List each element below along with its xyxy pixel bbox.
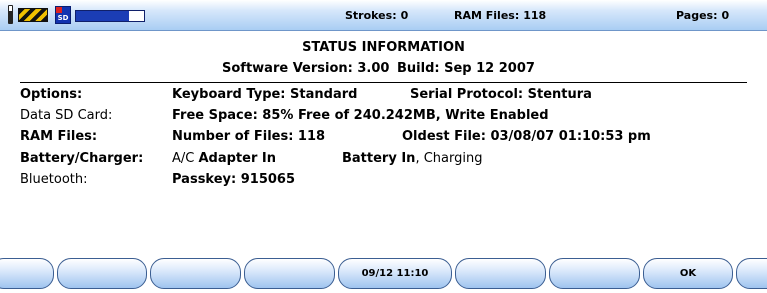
sd-free-space: Free Space: 85% Free of 240.242MB, Write… [172, 108, 549, 123]
ram-files-value: 118 [523, 9, 547, 22]
softkey-2[interactable] [57, 258, 147, 289]
divider [20, 82, 747, 83]
options-label: Options: [20, 87, 83, 102]
oldest-file: Oldest File: 03/08/07 01:10:53 pm [402, 129, 651, 144]
strokes-label: Strokes: [345, 9, 397, 22]
status-bar: SD Strokes: 0 RAM Files: 118 Pages: 0 [0, 0, 767, 31]
battery-in: Battery In [342, 151, 416, 166]
number-of-files: Number of Files: 118 [172, 129, 326, 144]
build-date: Build: Sep 12 2007 [397, 61, 535, 76]
bluetooth-passkey: Passkey: 915065 [172, 172, 296, 187]
data-sd-card-label: Data SD Card: [20, 108, 113, 123]
softkey-9[interactable] [736, 258, 767, 289]
ram-files-counter: RAM Files: 118 [454, 9, 546, 22]
sd-card-icon: SD [55, 6, 71, 24]
software-version: Software Version: 3.00 [222, 61, 390, 76]
pages-label: Pages: [676, 9, 718, 22]
strokes-value: 0 [400, 9, 409, 22]
ok-button[interactable]: OK [643, 258, 733, 289]
memory-level-bar [75, 10, 145, 22]
strokes-counter: Strokes: 0 [345, 9, 408, 22]
caution-stripe-icon [18, 8, 48, 22]
softkey-7[interactable] [549, 258, 640, 289]
battery-icon [8, 5, 13, 24]
bluetooth-label: Bluetooth: [20, 172, 88, 187]
adapter-prefix: A/C [172, 151, 199, 166]
softkey-6[interactable] [455, 258, 546, 289]
keyboard-type: Keyboard Type: Standard [172, 87, 358, 102]
ram-files-label: RAM Files: [454, 9, 520, 22]
ram-files-row-label: RAM Files: [20, 129, 98, 144]
pages-counter: Pages: 0 [676, 9, 729, 22]
pages-value: 0 [721, 9, 730, 22]
softkey-3[interactable] [150, 258, 241, 289]
serial-protocol: Serial Protocol: Stentura [410, 87, 592, 102]
charging-text: , Charging [415, 151, 483, 166]
softkey-1[interactable] [0, 258, 54, 289]
adapter-status: A/C Adapter In [172, 151, 276, 167]
softkey-4[interactable] [244, 258, 335, 289]
battery-status: Battery In, Charging [342, 151, 482, 167]
page-title: STATUS INFORMATION [302, 40, 465, 55]
softkey-date-time[interactable]: 09/12 11:10 [338, 258, 452, 289]
adapter-in: Adapter In [198, 151, 276, 166]
memory-level-fill [76, 11, 130, 21]
battery-charger-label: Battery/Charger: [20, 151, 144, 166]
softkey-bar: 09/12 11:10 OK [0, 258, 767, 289]
